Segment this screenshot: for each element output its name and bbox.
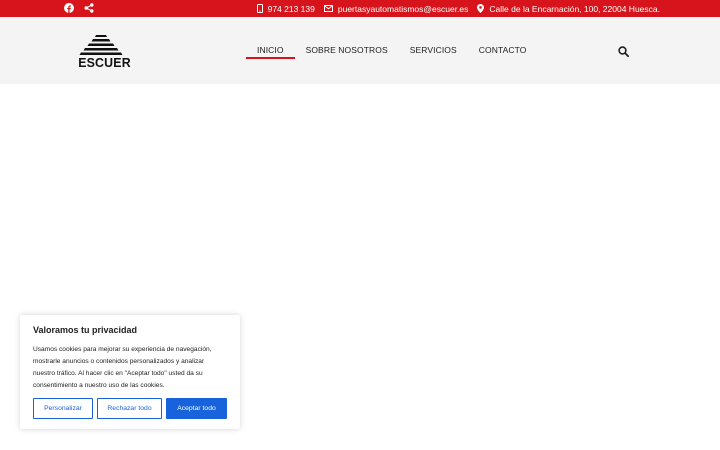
cookie-banner: Valoramos tu privacidad Usamos cookies p… <box>20 315 240 429</box>
reject-all-button[interactable]: Rechazar todo <box>97 398 162 419</box>
site-header: ESCUER INICIO SOBRE NOSOTROS SERVICIOS C… <box>0 17 720 84</box>
contact-info: 974 213 139 puertasyautomatismos@escuer.… <box>256 0 660 17</box>
social-links <box>64 3 94 13</box>
main-nav: INICIO SOBRE NOSOTROS SERVICIOS CONTACTO <box>246 17 538 84</box>
facebook-icon[interactable] <box>64 3 74 13</box>
logo-text: ESCUER <box>78 55 131 70</box>
top-bar: 974 213 139 puertasyautomatismos@escuer.… <box>0 0 720 17</box>
phone-link[interactable]: 974 213 139 <box>256 3 315 14</box>
phone-number: 974 213 139 <box>267 3 315 14</box>
accept-all-button[interactable]: Aceptar todo <box>166 398 227 419</box>
cookie-actions: Personalizar Rechazar todo Aceptar todo <box>33 398 227 419</box>
email-address: puertasyautomatismos@escuer.es <box>337 3 469 14</box>
logo[interactable]: ESCUER <box>77 34 131 70</box>
search-icon[interactable] <box>618 44 630 62</box>
logo-mark-icon <box>79 35 123 55</box>
customize-button[interactable]: Personalizar <box>33 398 93 419</box>
phone-icon <box>256 4 263 13</box>
nav-contacto[interactable]: CONTACTO <box>468 17 538 84</box>
address-text: Calle de la Encarnación, 100, 22004 Hues… <box>489 3 660 14</box>
mail-icon <box>323 5 333 12</box>
address-link[interactable]: Calle de la Encarnación, 100, 22004 Hues… <box>477 4 660 14</box>
location-icon <box>477 4 485 13</box>
share-icon[interactable] <box>84 3 94 13</box>
email-link[interactable]: puertasyautomatismos@escuer.es <box>323 3 469 14</box>
nav-inicio[interactable]: INICIO <box>246 17 295 84</box>
nav-sobre-nosotros[interactable]: SOBRE NOSOTROS <box>295 17 399 84</box>
nav-servicios[interactable]: SERVICIOS <box>399 17 468 84</box>
cookie-body: Usamos cookies para mejorar su experienc… <box>33 346 212 389</box>
cookie-title: Valoramos tu privacidad <box>33 325 138 335</box>
